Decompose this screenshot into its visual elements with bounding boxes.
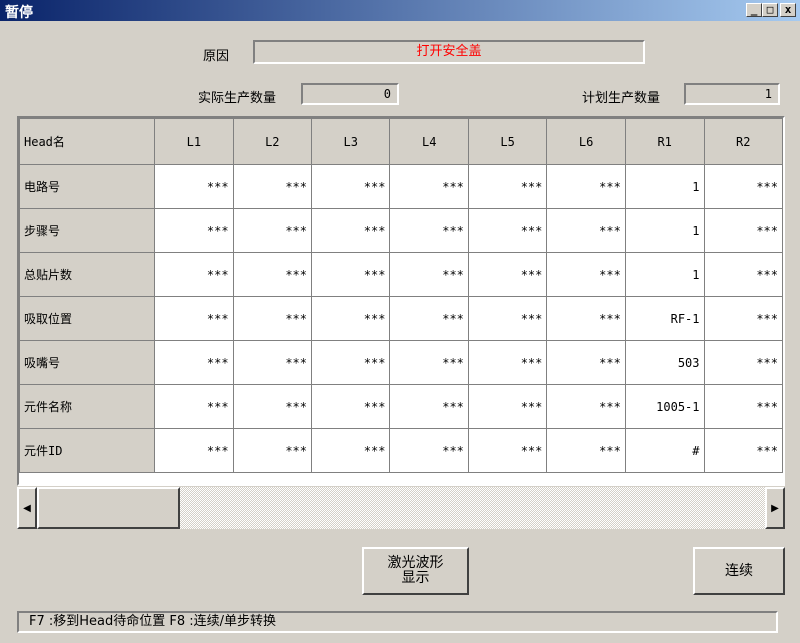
table-cell[interactable]: *** <box>389 384 469 429</box>
table-cell[interactable]: *** <box>311 164 391 209</box>
planned-count-field: 1 <box>684 83 780 105</box>
table-row: 吸取位置 *** *** *** *** *** *** RF-1 *** <box>19 296 783 341</box>
table-cell[interactable]: *** <box>311 384 391 429</box>
table-cell[interactable]: 1005-1 <box>624 384 705 429</box>
table-row: 元件ID *** *** *** *** *** *** # *** <box>19 428 783 473</box>
table-row: 元件名称 *** *** *** *** *** *** 1005-1 *** <box>19 384 783 429</box>
column-header-r2[interactable]: R2 <box>703 118 783 165</box>
horizontal-scrollbar[interactable]: ◀ ▶ <box>17 487 785 529</box>
column-header-l3[interactable]: L3 <box>311 118 391 165</box>
column-header-r1[interactable]: R1 <box>624 118 705 165</box>
scroll-thumb[interactable] <box>37 487 180 529</box>
table-cell[interactable]: *** <box>546 296 626 341</box>
table-cell[interactable]: 1 <box>624 208 705 253</box>
row-header: 元件ID <box>19 428 156 473</box>
table-cell[interactable]: 503 <box>624 340 705 385</box>
table-cell[interactable]: *** <box>311 340 391 385</box>
row-header: 电路号 <box>19 164 156 209</box>
laser-waveform-button[interactable]: 激光波形 显示 <box>362 547 469 595</box>
table-cell[interactable]: *** <box>467 252 548 297</box>
table-cell[interactable]: *** <box>546 208 626 253</box>
table-cell[interactable]: *** <box>467 340 548 385</box>
table-cell[interactable]: *** <box>389 164 469 209</box>
row-header: 吸取位置 <box>19 296 156 341</box>
table-cell[interactable]: *** <box>311 428 391 473</box>
table-cell[interactable]: *** <box>232 164 313 209</box>
scroll-left-arrow-icon[interactable]: ◀ <box>17 487 37 529</box>
table-cell[interactable]: *** <box>154 208 234 253</box>
table-cell[interactable]: *** <box>546 428 626 473</box>
table-cell[interactable]: *** <box>232 296 313 341</box>
table-cell[interactable]: *** <box>703 384 783 429</box>
table-cell[interactable]: *** <box>232 208 313 253</box>
planned-count-label: 计划生产数量 <box>582 91 661 106</box>
table-cell[interactable]: *** <box>703 428 783 473</box>
table-cell[interactable]: *** <box>546 252 626 297</box>
row-header: 元件名称 <box>19 384 156 429</box>
table-cell[interactable]: *** <box>154 164 234 209</box>
table-cell[interactable]: *** <box>154 296 234 341</box>
table-cell[interactable]: *** <box>703 252 783 297</box>
table-row: 总贴片数 *** *** *** *** *** *** 1 *** <box>19 252 783 297</box>
column-header-l2[interactable]: L2 <box>232 118 313 165</box>
table-cell[interactable]: *** <box>467 208 548 253</box>
table-cell[interactable]: *** <box>467 296 548 341</box>
table-cell[interactable]: *** <box>232 340 313 385</box>
window-title: 暂停 <box>5 5 33 21</box>
column-header-l5[interactable]: L5 <box>467 118 548 165</box>
table-cell[interactable]: *** <box>389 428 469 473</box>
scroll-right-arrow-icon[interactable]: ▶ <box>765 487 785 529</box>
column-header-l6[interactable]: L6 <box>546 118 626 165</box>
table-cell[interactable]: *** <box>154 428 234 473</box>
table-cell[interactable]: 1 <box>624 252 705 297</box>
table-cell[interactable]: *** <box>311 296 391 341</box>
reason-label: 原因 <box>203 49 230 64</box>
table-cell[interactable]: *** <box>703 296 783 341</box>
table-cell[interactable]: # <box>624 428 705 473</box>
table-cell[interactable]: *** <box>311 252 391 297</box>
table-cell[interactable]: *** <box>389 208 469 253</box>
actual-count-label: 实际生产数量 <box>198 91 277 106</box>
table-cell[interactable]: *** <box>311 208 391 253</box>
table-row: 吸嘴号 *** *** *** *** *** *** 503 *** <box>19 340 783 385</box>
table-cell[interactable]: *** <box>154 252 234 297</box>
minimize-button[interactable]: _ <box>746 3 762 17</box>
title-bar: 暂停 _ □ x <box>0 0 800 21</box>
table-cell[interactable]: *** <box>232 384 313 429</box>
table-cell[interactable]: *** <box>232 252 313 297</box>
table-cell[interactable]: RF-1 <box>624 296 705 341</box>
actual-count-field: 0 <box>301 83 399 105</box>
column-header-l1[interactable]: L1 <box>154 118 234 165</box>
table-cell[interactable]: *** <box>232 428 313 473</box>
head-table: Head名 L1 L2 L3 L4 L5 L6 R1 R2 电路号 *** *** *** *** *** *… <box>17 116 785 486</box>
table-cell[interactable]: *** <box>467 384 548 429</box>
table-cell[interactable]: *** <box>546 340 626 385</box>
table-corner-header: Head名 <box>19 118 156 165</box>
row-header: 步骤号 <box>19 208 156 253</box>
table-cell[interactable]: *** <box>703 164 783 209</box>
reason-field: 打开安全盖 <box>253 40 645 64</box>
row-header: 总贴片数 <box>19 252 156 297</box>
close-button[interactable]: x <box>780 3 796 17</box>
table-cell[interactable]: *** <box>703 208 783 253</box>
table-cell[interactable]: *** <box>389 252 469 297</box>
table-cell[interactable]: *** <box>546 384 626 429</box>
table-cell[interactable]: *** <box>467 428 548 473</box>
column-header-l4[interactable]: L4 <box>389 118 469 165</box>
status-bar: F7 :移到Head待命位置 F8 :连续/单步转换 <box>17 611 778 633</box>
table-cell[interactable]: *** <box>546 164 626 209</box>
table-cell[interactable]: *** <box>467 164 548 209</box>
continue-button[interactable]: 连续 <box>693 547 785 595</box>
table-cell[interactable]: *** <box>154 384 234 429</box>
table-cell[interactable]: *** <box>389 296 469 341</box>
row-header: 吸嘴号 <box>19 340 156 385</box>
table-cell[interactable]: *** <box>154 340 234 385</box>
table-cell[interactable]: 1 <box>624 164 705 209</box>
table-row: 电路号 *** *** *** *** *** *** 1 *** <box>19 164 783 209</box>
table-row: 步骤号 *** *** *** *** *** *** 1 *** <box>19 208 783 253</box>
table-cell[interactable]: *** <box>389 340 469 385</box>
maximize-button[interactable]: □ <box>762 3 778 17</box>
table-cell[interactable]: *** <box>703 340 783 385</box>
